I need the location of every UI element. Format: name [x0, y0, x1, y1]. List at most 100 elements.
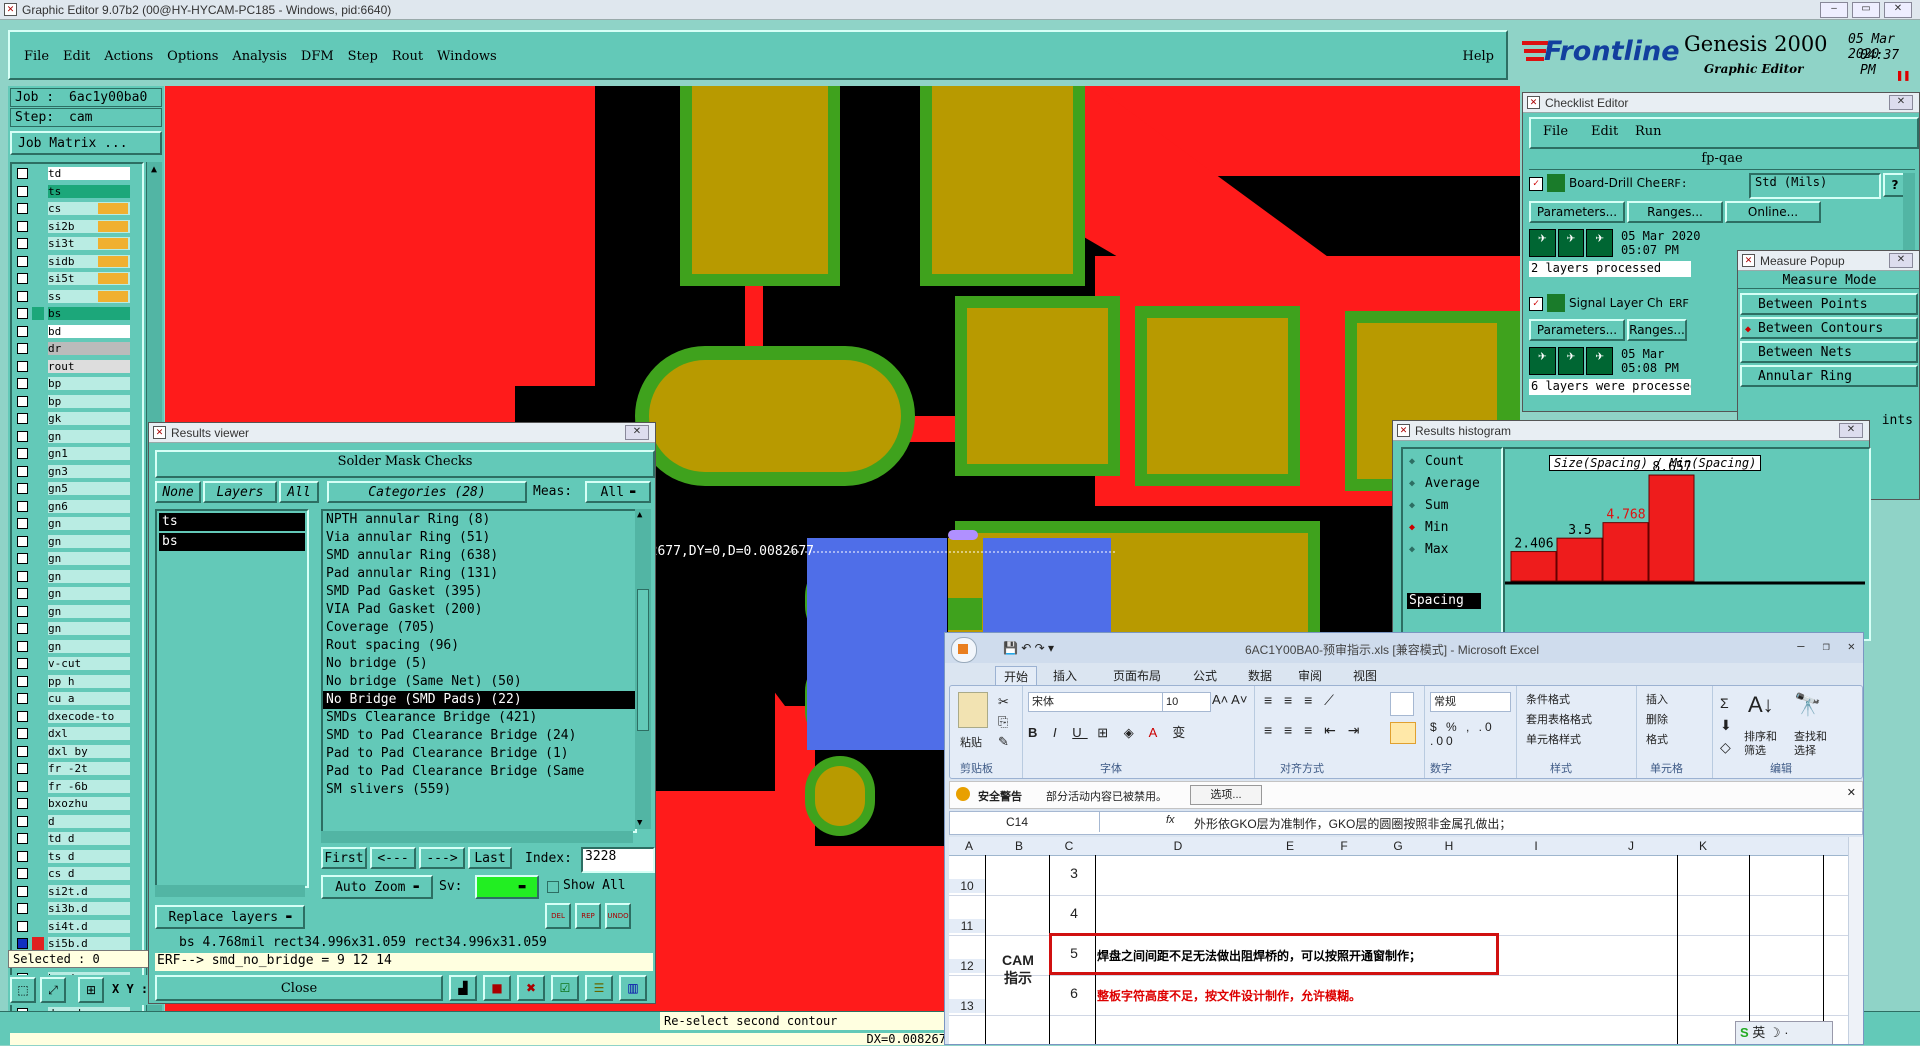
ribbon-tab[interactable]: 开始 — [995, 666, 1038, 686]
category-item[interactable]: No bridge (5) — [323, 655, 635, 673]
menu-windows[interactable]: Windows — [437, 49, 497, 64]
font-name-select[interactable]: 宋体 — [1028, 692, 1163, 712]
measure-option[interactable]: Between Nets — [1740, 341, 1918, 363]
layer-checkbox[interactable] — [17, 763, 28, 774]
layer-checkbox[interactable] — [17, 203, 28, 214]
parameters-button-1[interactable]: Parameters... — [1529, 201, 1625, 223]
layer-row[interactable]: gn — [12, 534, 132, 549]
category-item[interactable]: SMD Pad Gasket (395) — [323, 583, 635, 601]
menu-dfm[interactable]: DFM — [301, 49, 334, 64]
grid-icon[interactable]: ⊞ — [78, 977, 104, 1003]
layer-checkbox[interactable] — [17, 360, 28, 372]
layer-checkbox[interactable] — [17, 308, 28, 319]
menu-step[interactable]: Step — [348, 49, 378, 64]
run-selected-icon[interactable]: ✈ — [1586, 229, 1614, 257]
layer-checkbox[interactable] — [17, 395, 28, 407]
layer-row[interactable]: rout — [12, 359, 132, 374]
auto-zoom-button[interactable]: Auto Zoom ▬ — [321, 875, 433, 899]
measure-option[interactable]: Annular Ring — [1740, 365, 1918, 387]
category-item[interactable]: Via annular Ring (51) — [323, 529, 635, 547]
category-item[interactable]: SMDs Clearance Bridge (421) — [323, 709, 635, 727]
layer-checkbox[interactable] — [17, 850, 28, 862]
layer-row[interactable]: si2b — [12, 219, 132, 234]
layer-checkbox[interactable] — [17, 518, 28, 529]
layer-row[interactable]: sidb — [12, 254, 132, 269]
nav-button-1[interactable]: <--- — [370, 847, 416, 869]
category-item[interactable]: NPTH annular Ring (8) — [323, 511, 635, 529]
checklist-row2-checkbox[interactable]: ✓ — [1529, 297, 1543, 311]
zoom-fit-icon[interactable]: ⤢ — [40, 977, 66, 1003]
layer-row[interactable]: dxecode-to — [12, 709, 132, 724]
nav-button-3[interactable]: Last — [468, 847, 512, 869]
menu-rout[interactable]: Rout — [392, 49, 423, 64]
histogram-option[interactable]: ◆ Average — [1405, 473, 1480, 495]
layer-checkbox[interactable] — [17, 500, 28, 512]
row-header[interactable]: 12 — [949, 959, 985, 973]
menu-file[interactable]: File — [24, 49, 49, 64]
layer-row[interactable]: si3b.d — [12, 902, 132, 916]
styles-button[interactable]: 套用表格格式 — [1526, 710, 1592, 730]
excel-close-icon[interactable]: ✕ — [1848, 639, 1855, 653]
run-icon-2[interactable]: ✈ — [1529, 347, 1556, 375]
layer-checkbox[interactable] — [17, 343, 28, 354]
category-item[interactable]: SM slivers (559) — [323, 781, 635, 799]
layer-checkbox[interactable] — [17, 920, 28, 932]
zoom-area-icon[interactable]: ⬚ — [10, 977, 36, 1003]
scroll-up-icon[interactable]: ▲ — [148, 164, 160, 176]
ranges-button-2[interactable]: Ranges... — [1627, 319, 1687, 341]
category-item[interactable]: Rout spacing (96) — [323, 637, 635, 655]
layer-row[interactable]: cs d — [12, 867, 132, 881]
layer-row[interactable]: dxl — [12, 727, 132, 741]
ribbon-tab[interactable]: 页面布局 — [1105, 666, 1169, 685]
index-input[interactable]: 3228 — [581, 847, 655, 873]
histogram-option[interactable]: ◆ Sum — [1405, 495, 1480, 517]
ribbon-tab[interactable]: 数据 — [1240, 666, 1280, 685]
record-icon[interactable]: ■ — [483, 975, 511, 1001]
layer-row[interactable]: gn — [12, 569, 132, 584]
category-item[interactable]: Pad annular Ring (131) — [323, 565, 635, 583]
layer-checkbox[interactable] — [17, 413, 28, 424]
measure-option[interactable]: Between Points — [1740, 293, 1918, 315]
grow-shrink-font-icons[interactable]: A˄ A˅ — [1212, 692, 1247, 707]
layer-row[interactable]: bs — [12, 307, 132, 321]
merge-center-icon[interactable] — [1390, 722, 1416, 744]
layer-checkbox[interactable] — [17, 255, 28, 267]
measure-close-icon[interactable]: ✕ — [1889, 253, 1913, 268]
layer-row[interactable]: gn3 — [12, 464, 132, 479]
column-header[interactable]: G — [1375, 839, 1421, 853]
nav-button-0[interactable]: First — [321, 847, 367, 869]
row-header[interactable]: 11 — [949, 919, 985, 933]
layer-checkbox[interactable] — [17, 623, 28, 634]
layer-checkbox[interactable] — [17, 675, 28, 687]
layer-row[interactable]: cu a — [12, 692, 132, 706]
categories-button[interactable]: Categories (28) — [327, 481, 527, 503]
layer-checkbox[interactable] — [17, 570, 28, 582]
layer-checkbox[interactable] — [17, 710, 28, 722]
layer-row[interactable]: bp — [12, 377, 132, 391]
layer-checkbox[interactable] — [17, 483, 28, 494]
layer-checkbox[interactable] — [17, 798, 28, 809]
sv-color-select[interactable]: ▬ — [475, 875, 539, 899]
wrap-text-icon[interactable] — [1390, 692, 1414, 716]
layer-row[interactable]: ss — [12, 289, 132, 304]
help-menu[interactable]: Help — [1462, 49, 1494, 64]
layer-checkbox[interactable] — [17, 833, 28, 844]
worksheet-grid[interactable]: ABCDEFGHIJK 10 3 11 4 12 5 焊盘之间间距不足无法做出阻焊桥的，可以… — [949, 837, 1849, 1044]
find-select-button[interactable]: 查找和选择 — [1794, 730, 1836, 758]
cells-button[interactable]: 删除 — [1646, 710, 1668, 730]
layer-row[interactable]: gn — [12, 639, 132, 654]
layer-row[interactable]: d — [12, 814, 132, 829]
delete-icon[interactable]: DEL — [545, 903, 571, 929]
layer-checkbox[interactable] — [17, 238, 28, 249]
layer-checkbox[interactable] — [17, 220, 28, 232]
histogram-option[interactable]: ◆ Count — [1405, 451, 1480, 473]
layer-checkbox[interactable] — [17, 745, 28, 757]
office-button-icon[interactable] — [951, 637, 977, 663]
layer-checkbox[interactable] — [17, 465, 28, 477]
histogram-close-icon[interactable]: ✕ — [1839, 423, 1863, 438]
layer-checkbox[interactable] — [17, 903, 28, 914]
run-selected-icon-2[interactable]: ✈ — [1586, 347, 1614, 375]
category-item[interactable]: VIA Pad Gasket (200) — [323, 601, 635, 619]
styles-button[interactable]: 单元格样式 — [1526, 730, 1592, 750]
run-icon[interactable]: ✈ — [1529, 229, 1556, 257]
